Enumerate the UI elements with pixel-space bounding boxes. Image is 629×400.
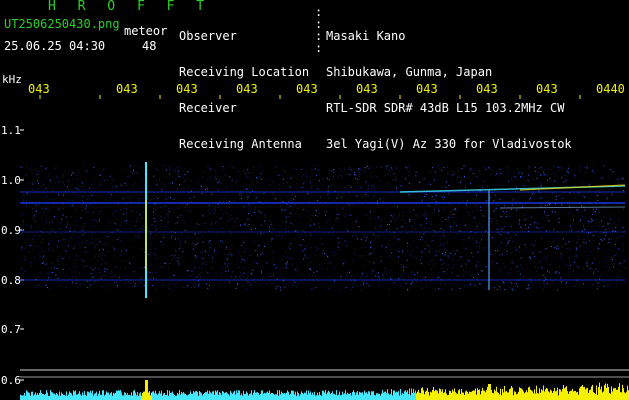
file-name: UT2506250430.png bbox=[4, 17, 120, 31]
x-tick-label: 043 bbox=[296, 82, 318, 96]
x-tick-label: 043 bbox=[28, 82, 50, 96]
x-tick-label: 043 bbox=[416, 82, 438, 96]
x-tick-label: 043 bbox=[236, 82, 258, 96]
y-tick-label: 0.8 bbox=[1, 274, 21, 287]
y-tick-label: 0.9 bbox=[1, 224, 21, 237]
amplitude-histogram bbox=[20, 380, 629, 400]
x-tick-label: 043 bbox=[356, 82, 378, 96]
header-colons: :::: bbox=[315, 5, 323, 55]
header-value-observer: Masaki Kano bbox=[326, 29, 406, 43]
y-tick-label: 0.6 bbox=[1, 374, 21, 387]
x-tick-label: 043 bbox=[536, 82, 558, 96]
header-value-receiver: RTL-SDR SDR# 43dB L15 103.2MHz CW bbox=[326, 101, 565, 115]
x-tick-label: 0440 bbox=[596, 82, 625, 96]
header-label-antenna: Receiving Antenna bbox=[179, 137, 302, 151]
header-label-receiver: Receiver bbox=[179, 101, 237, 115]
signal-trace bbox=[499, 206, 626, 209]
header-value-antenna: 3el Yagi(V) Az 330 for Vladivostok bbox=[326, 137, 572, 151]
header-label-location: Receiving Location bbox=[179, 65, 310, 79]
noise-layer bbox=[20, 165, 626, 291]
header-value-location: Shibukawa, Gunma, Japan bbox=[326, 65, 493, 79]
y-tick-label: 1.0 bbox=[1, 174, 21, 187]
timestamp: 25.06.25 04:30 bbox=[4, 39, 106, 53]
meteor-label: meteor bbox=[124, 24, 168, 38]
x-tick-label: 043 bbox=[116, 82, 138, 96]
header-label-observer: Observer bbox=[179, 29, 237, 43]
x-tick-label: 043 bbox=[176, 82, 198, 96]
y-tick-label: 0.7 bbox=[1, 323, 21, 336]
x-tick-label: 043 bbox=[476, 82, 498, 96]
meteor-count: 48 bbox=[142, 39, 157, 53]
y-tick-label: 1.1 bbox=[1, 124, 21, 137]
y-axis-unit: kHz bbox=[2, 73, 22, 86]
spectrogram-window: H R O F F T UT2506250430.png meteor 25.0… bbox=[0, 0, 629, 400]
